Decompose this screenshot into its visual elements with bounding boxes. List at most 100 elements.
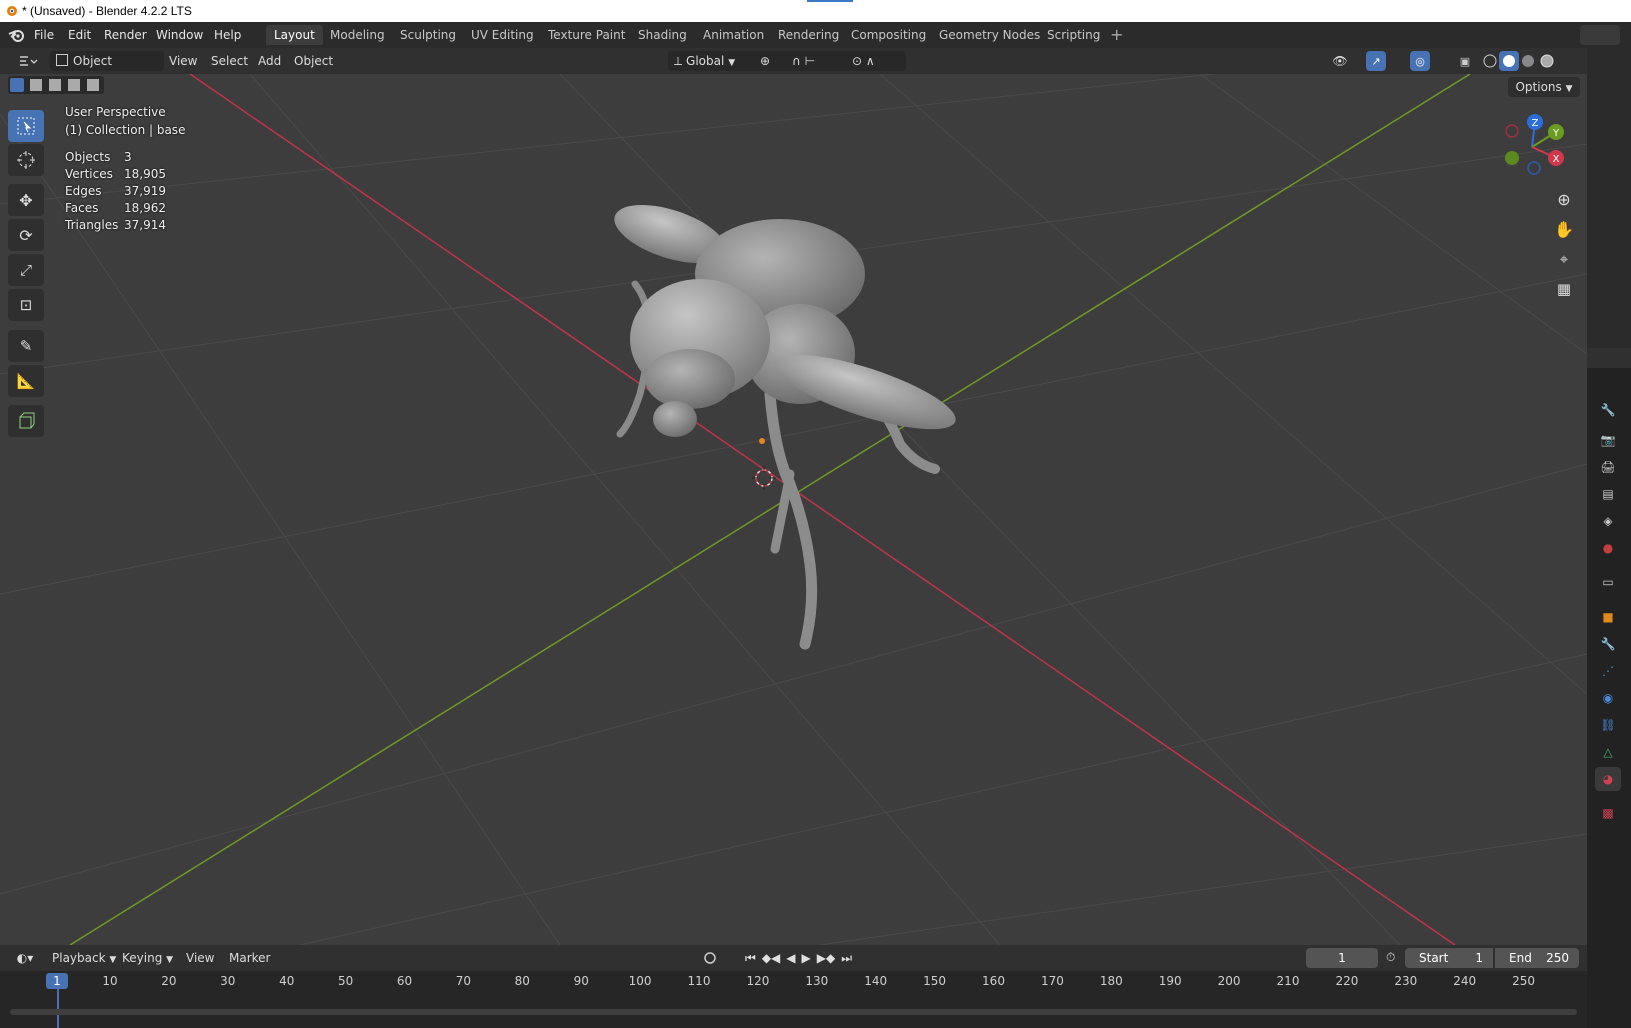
blender-menu-icon[interactable] [8,27,26,43]
visibility-icon[interactable]: 👁 [1330,51,1350,71]
frame-tick-label: 230 [1394,974,1418,988]
select-box-tool[interactable] [8,110,44,142]
header-menu-select[interactable]: Select [211,51,248,71]
menu-file[interactable]: File [34,28,54,42]
material-properties-icon[interactable]: ◕ [1595,767,1621,791]
tab-layout[interactable]: Layout [266,25,323,45]
pivot-point-dropdown[interactable]: ⊕ [754,51,790,71]
header-menu-add[interactable]: Add [258,51,281,71]
stat-label: Triangles [65,218,119,232]
stopwatch-icon[interactable]: ⏱ [1386,950,1395,965]
fly-model[interactable] [600,194,1020,684]
select-invert-icon[interactable] [68,79,80,91]
transform-orientation-dropdown[interactable]: ⟂ Global ▼ [668,51,760,71]
timeline-menu-marker[interactable]: Marker [229,948,270,968]
texture-properties-icon[interactable]: ▩ [1595,801,1621,825]
rotate-tool[interactable]: ⟳ [8,219,44,251]
constraints-icon[interactable]: ⛓ [1595,713,1621,737]
tab-rendering[interactable]: Rendering [770,25,847,45]
add-workspace-icon[interactable]: + [1110,25,1123,44]
scale-tool[interactable]: ⤢ [8,254,44,286]
scene-properties-icon[interactable]: ◈ [1595,509,1621,533]
options-dropdown[interactable]: Options ▼ [1508,77,1580,97]
playhead-frame-badge[interactable]: 1 [46,973,68,989]
particles-icon[interactable]: ⋰ [1595,659,1621,683]
tab-uv-editing[interactable]: UV Editing [463,25,542,45]
timeline-area[interactable]: 10 20 30 40 50 60 70 80 90 100 110 120 130 140 150 160 1… [0,971,1587,1028]
tab-texture-paint[interactable]: Texture Paint [540,25,633,45]
select-extend-icon[interactable] [30,79,42,91]
add-cube-tool[interactable] [8,405,44,437]
frame-tick-label: 190 [1158,974,1182,988]
auto-keying-icon[interactable] [700,948,720,968]
timeline-menu-playback[interactable]: Playback ▼ [52,948,116,968]
collection-properties-icon[interactable]: ▭ [1595,570,1621,594]
jump-start-icon[interactable]: ⏮ [745,951,756,966]
material-shading-icon[interactable] [1518,51,1538,71]
rendered-shading-icon[interactable] [1537,51,1557,71]
end-frame-field[interactable]: End 250 [1495,948,1579,968]
render-properties-icon[interactable]: 📷 [1595,428,1621,452]
start-frame-field[interactable]: Start 1 [1405,948,1493,968]
output-properties-icon[interactable]: 🖨 [1595,455,1621,479]
annotate-tool[interactable]: ✎ [8,330,44,362]
scene-selector[interactable] [1580,25,1620,45]
tab-geometry-nodes[interactable]: Geometry Nodes [931,25,1048,45]
viewport-perspective-label: User Perspective [65,105,166,119]
menu-edit[interactable]: Edit [68,28,91,42]
zoom-icon[interactable]: ⊕ [1550,186,1578,212]
cursor-tool[interactable] [8,144,44,176]
wireframe-shading-icon[interactable] [1480,51,1500,71]
timeline-menu-view[interactable]: View [186,948,214,968]
snapping-dropdown[interactable]: ∩ ⊢ [786,51,852,71]
prev-keyframe-icon[interactable]: ◆◀ [762,951,780,965]
proportional-icon: ⊙ ∧ [852,54,875,68]
tool-properties-icon[interactable]: 🔧 [1595,398,1621,422]
menu-render[interactable]: Render [104,28,147,42]
gizmo-toggle-icon[interactable]: ↗ [1366,51,1386,71]
editor-type-icon[interactable] [14,51,42,71]
3d-viewport[interactable]: User Perspective (1) Collection | base O… [0,74,1587,945]
header-menu-view[interactable]: View [169,51,197,71]
tab-scripting[interactable]: Scripting [1039,25,1108,45]
current-frame-field[interactable]: 1 [1306,948,1378,968]
xray-toggle-icon[interactable]: ▣ [1455,51,1475,71]
overlays-toggle-icon[interactable]: ◎ [1410,51,1430,71]
modifier-wrench-icon[interactable]: 🔧 [1595,632,1621,656]
select-intersect-icon[interactable] [87,79,99,91]
menu-window[interactable]: Window [156,28,203,42]
grid-view-icon[interactable]: ▦ [1550,276,1578,302]
pan-hand-icon[interactable]: ✋ [1550,216,1578,242]
header-menu-object[interactable]: Object [294,51,333,71]
select-new-icon[interactable] [10,78,24,92]
timeline-scrollbar[interactable] [10,1009,1577,1015]
tab-shading[interactable]: Shading [630,25,695,45]
solid-shading-icon[interactable] [1499,51,1519,71]
select-subtract-icon[interactable] [49,79,61,91]
physics-icon[interactable]: ◉ [1595,686,1621,710]
camera-icon[interactable]: ⌖ [1550,246,1578,272]
navigation-gizmo[interactable]: Z Y X [1490,110,1570,185]
timeline-editor-icon[interactable]: ◐▾ [10,948,40,968]
world-properties-icon[interactable]: ● [1595,536,1621,560]
jump-end-icon[interactable]: ⏭ [841,951,852,966]
stat-value: 3 [124,150,132,164]
object-properties-icon[interactable]: ■ [1595,605,1621,629]
object-data-icon[interactable]: △ [1595,740,1621,764]
transform-tool[interactable]: ⊡ [8,289,44,321]
play-reverse-icon[interactable]: ◀ [786,951,795,965]
measure-tool[interactable]: 📐 [8,365,44,397]
play-icon[interactable]: ▶ [802,951,811,965]
frame-ruler[interactable]: 10 20 30 40 50 60 70 80 90 100 110 120 130 140 150 160 1… [0,971,1587,993]
tab-modeling[interactable]: Modeling [322,25,393,45]
proportional-edit-dropdown[interactable]: ⊙ ∧ [846,51,906,71]
menu-help[interactable]: Help [214,28,241,42]
view-layer-icon[interactable]: ▤ [1595,482,1621,506]
tab-sculpting[interactable]: Sculpting [392,25,464,45]
tab-compositing[interactable]: Compositing [843,25,934,45]
tab-animation[interactable]: Animation [695,25,772,45]
next-keyframe-icon[interactable]: ▶◆ [817,951,835,965]
timeline-menu-keying[interactable]: Keying ▼ [122,948,173,968]
mode-dropdown[interactable]: Object Mode▼ [50,51,164,88]
move-tool[interactable]: ✥ [8,184,44,216]
